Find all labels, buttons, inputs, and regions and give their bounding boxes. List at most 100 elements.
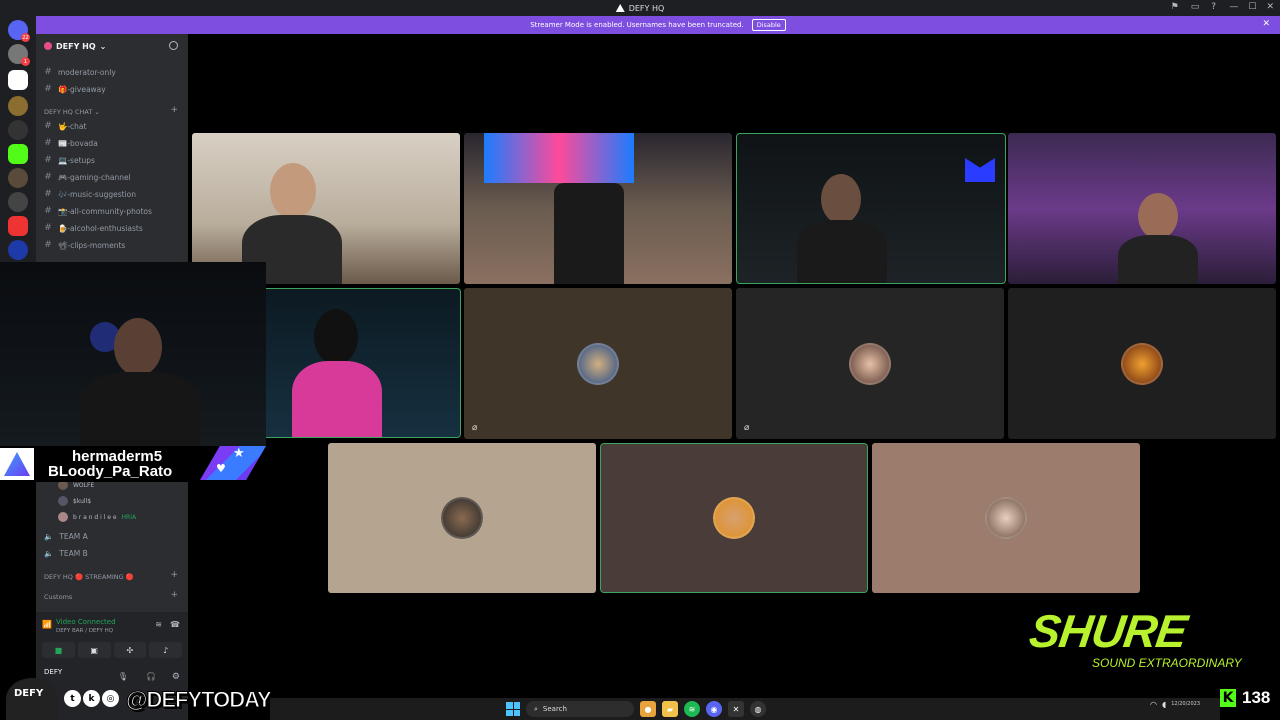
maximize-button[interactable]: ☐ [1248, 2, 1256, 12]
avatar [577, 342, 619, 385]
channel-alcohol[interactable]: # 🍺-alcohol-enthusiasts [44, 221, 143, 235]
server-icon[interactable] [8, 192, 28, 212]
follower-name-2: BLoody_Pa_Rato [48, 463, 173, 480]
gaming-chair [554, 183, 624, 284]
channel-music[interactable]: # 🎶-music-suggestion [44, 187, 136, 201]
triangle-logo-shape [4, 452, 30, 476]
minimize-button[interactable]: — [1229, 2, 1238, 12]
channel-label: 🎶-music-suggestion [58, 189, 136, 199]
taskbar-search[interactable]: ⌕ Search [526, 701, 634, 717]
server-icon[interactable] [8, 96, 28, 116]
category-customs[interactable]: Customs [44, 593, 72, 601]
tray-date[interactable]: 12/20/2023 [1171, 701, 1200, 708]
video-tile-avatar[interactable] [872, 443, 1140, 593]
video-tile-avatar[interactable]: ⌀ [736, 288, 1004, 439]
video-tile[interactable] [464, 133, 732, 284]
inbox-icon[interactable]: ⚑ [1171, 2, 1179, 12]
voice-user-name: WOLFE [73, 481, 95, 489]
system-tray: ◠ ◖ 12/20/2023 [1150, 700, 1200, 709]
instagram-icon: ◎ [102, 690, 119, 707]
guild-header[interactable]: DEFY HQ ⌄ [36, 34, 188, 58]
activities-button[interactable]: ✣ [113, 642, 147, 658]
video-tile-avatar[interactable] [328, 443, 596, 593]
video-tile-avatar-active-speaker[interactable] [600, 443, 868, 593]
category-streaming[interactable]: DEFY HQ 🔴 STREAMING 🔴 [44, 573, 134, 581]
streamer-mode-banner: Streamer Mode is enabled. Usernames have… [36, 16, 1280, 34]
defy-server-icon[interactable] [8, 70, 28, 90]
participant-head [821, 174, 861, 224]
channel-moderator-only[interactable]: # moderator-only [44, 65, 116, 79]
video-tile[interactable] [1008, 133, 1276, 284]
video-tile-avatar[interactable] [1008, 288, 1276, 439]
file-explorer-icon[interactable]: ▰ [662, 701, 678, 717]
channel-setups[interactable]: # 💻-setups [44, 153, 95, 167]
server-icon[interactable] [8, 168, 28, 188]
wifi-icon[interactable]: ◠ [1150, 700, 1157, 709]
twitter-icon: t [64, 690, 81, 707]
help-icon[interactable]: ? [1211, 2, 1216, 12]
soundboard-button[interactable]: ♪ [149, 642, 182, 658]
channel-chat[interactable]: # 🤟-chat [44, 119, 86, 133]
channel-giveaway[interactable]: # 🎁-giveaway [44, 82, 106, 96]
channel-label: TEAM B [59, 549, 88, 558]
disable-button[interactable]: Disable [751, 19, 786, 31]
invite-icon[interactable] [169, 41, 178, 50]
windows-taskbar: ⌕ Search ● ▰ ≋ ◉ ✕ ◍ ◠ ◖ 12/20/2023 [270, 698, 1220, 720]
monitor-icon[interactable]: ▭ [1191, 2, 1200, 12]
chrome-icon[interactable]: ● [640, 701, 656, 717]
spotify-icon[interactable]: ≋ [684, 701, 700, 717]
voice-user[interactable]: $kull$ [58, 494, 91, 508]
participant-head [270, 163, 316, 219]
defy-logo-icon [615, 4, 625, 12]
streamer-body [80, 372, 200, 446]
disconnect-icon[interactable]: ☎ [170, 620, 180, 629]
social-handle: @DEFYTODAY [126, 687, 273, 713]
camera-button[interactable]: ■ [42, 642, 75, 658]
add-channel-icon[interactable]: + [170, 105, 178, 115]
voice-user[interactable]: b r a n d i l e e HRIA [58, 510, 136, 524]
sponsor-tagline: SOUND EXTRAORDINARY [1092, 656, 1242, 670]
direct-messages-icon[interactable]: 22 [8, 20, 30, 42]
noise-suppression-icon[interactable]: ≋ [155, 620, 162, 629]
xbox-icon[interactable]: ✕ [728, 701, 744, 717]
speaker-icon[interactable]: ◖ [1162, 700, 1166, 709]
app-icon[interactable]: ◍ [750, 701, 766, 717]
hash-icon: # [44, 223, 52, 233]
channel-bovada[interactable]: # 📰-bovada [44, 136, 98, 150]
voice-user-name: b r a n d i l e e [73, 513, 117, 521]
channel-label: 🎁-giveaway [58, 84, 106, 94]
server-icon[interactable]: 1 [8, 44, 30, 66]
channel-label: 📽-clips-moments [58, 240, 126, 250]
streamer-head [114, 318, 162, 376]
video-tile-avatar[interactable]: ⌀ [464, 288, 732, 439]
server-icon[interactable] [8, 120, 28, 140]
close-window-button[interactable]: ✕ [1266, 2, 1274, 12]
voice-channel-team-a[interactable]: 🔈 TEAM A [44, 532, 88, 541]
voice-action-buttons: ■ ▣ ✣ ♪ [42, 642, 182, 658]
channel-clips[interactable]: # 📽-clips-moments [44, 238, 125, 252]
category-label: Customs [44, 593, 73, 601]
channel-photos[interactable]: # 📸-all-community-photos [44, 204, 152, 218]
video-tile-active-speaker[interactable] [736, 133, 1006, 284]
search-label: Search [542, 705, 567, 713]
search-icon: ⌕ [534, 704, 538, 713]
windows-start-icon[interactable] [506, 702, 520, 716]
speaker-icon: 🔈 [44, 549, 54, 558]
star-icon: ★ [233, 446, 245, 461]
voice-channel-path[interactable]: DEFY BAR / DEFY HQ [56, 628, 113, 634]
screenshare-button[interactable]: ▣ [77, 642, 111, 658]
add-channel-icon[interactable]: + [170, 570, 178, 580]
avatar [985, 497, 1027, 539]
kick-server-icon[interactable] [8, 144, 28, 164]
current-user-name[interactable]: DEFY [40, 668, 62, 676]
participant-body [797, 220, 887, 283]
server-icon[interactable] [8, 240, 28, 260]
avatar [1121, 342, 1163, 385]
channel-gaming[interactable]: # 🎮-gaming-channel [44, 170, 130, 184]
discord-icon[interactable]: ◉ [706, 701, 722, 717]
add-channel-icon[interactable]: + [170, 590, 178, 600]
voice-channel-team-b[interactable]: 🔈 TEAM B [44, 549, 88, 558]
close-icon[interactable]: ✕ [1262, 19, 1270, 29]
category-chat[interactable]: DEFY HQ CHAT ⌄ [44, 108, 100, 116]
server-icon[interactable] [8, 216, 28, 236]
